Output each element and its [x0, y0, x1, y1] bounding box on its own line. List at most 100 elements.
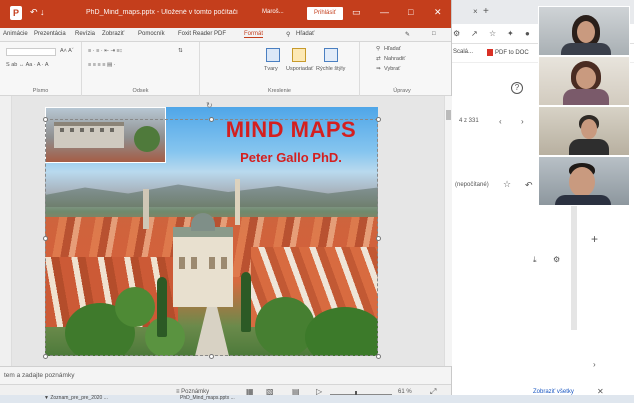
window	[191, 257, 197, 269]
participant-face	[576, 67, 596, 89]
inset-photo[interactable]	[45, 107, 166, 163]
participant-body	[555, 195, 611, 205]
pdf-icon	[487, 49, 493, 56]
participant-body	[569, 139, 609, 155]
church-tower	[143, 189, 149, 229]
status-text: (nepočítané)	[455, 182, 489, 188]
select-icon[interactable]: ⇛	[376, 66, 381, 72]
chevron-right-icon[interactable]: ›	[593, 360, 596, 369]
text-direction-icon[interactable]: ⇅	[178, 48, 183, 54]
taskbar-item[interactable]: ▼ Zoznam_pre_pre_2020 ...	[44, 395, 108, 401]
star-icon[interactable]: ☆	[489, 29, 496, 38]
share-icon[interactable]: ↗	[471, 29, 478, 38]
find-icon[interactable]: ⚲	[376, 46, 380, 52]
drawing-group-label: Kreslenie	[268, 88, 291, 94]
profile-icon[interactable]: ●	[525, 29, 530, 38]
select-label[interactable]: Vybrať	[384, 66, 400, 72]
window	[221, 257, 227, 269]
add-icon[interactable]: +	[591, 232, 598, 246]
font-size-icon[interactable]: A˄ Aˇ	[60, 48, 74, 54]
video-tile[interactable]	[538, 106, 630, 156]
inset-building	[54, 122, 124, 148]
font-group-label: Písmo	[32, 88, 49, 94]
resize-handle[interactable]	[43, 354, 48, 359]
maximize-icon[interactable]: □	[408, 7, 413, 17]
tab-review[interactable]: Revízia	[75, 31, 95, 37]
bookmark-item[interactable]: PDF to DOC	[487, 49, 529, 56]
list-icons[interactable]: ≡ · ≡ · ⇤ ⇥ ≡↕	[88, 48, 122, 54]
slide-thumbnail-pane[interactable]	[0, 96, 12, 366]
paragraph-group-label: Odsek	[132, 88, 149, 94]
help-icon[interactable]: ?	[511, 82, 523, 94]
slide-title[interactable]: MIND MAPS	[205, 117, 377, 143]
inset-tree	[134, 126, 160, 152]
shapes-label[interactable]: Tvary	[264, 66, 278, 72]
title-bar: P ↶ ↓ PhD_Mind_maps.pptx - Uložené v tom…	[0, 0, 451, 28]
font-format-icons[interactable]: S ab ↔ Aa · A · A	[6, 62, 49, 68]
scrollbar[interactable]	[571, 190, 577, 330]
settings-icon[interactable]: ⚙	[553, 255, 560, 264]
download-icon[interactable]: ⤓	[533, 255, 537, 265]
font-name-input[interactable]	[6, 48, 56, 56]
close-tab-icon[interactable]: ×	[473, 7, 478, 16]
tab-search[interactable]: Hľadať	[296, 31, 314, 37]
notes-placeholder: tem a zadajte poznámky	[4, 372, 75, 379]
resize-handle[interactable]	[376, 117, 381, 122]
scrollbar-thumb[interactable]	[446, 110, 451, 120]
window	[70, 128, 74, 132]
arrange-icon[interactable]	[292, 48, 306, 62]
search-icon[interactable]: ⚲	[286, 31, 290, 38]
bookmark-item[interactable]: Scalá...	[453, 49, 473, 55]
replace-icon[interactable]: ⇄	[376, 56, 381, 62]
rotate-handle-icon[interactable]: ↻	[206, 101, 213, 110]
quick-styles-icon[interactable]	[324, 48, 338, 62]
slide-subtitle[interactable]: Peter Gallo PhD.	[205, 150, 377, 165]
slide[interactable]: MIND MAPS Peter Gallo PhD.	[45, 107, 378, 356]
notes-pane[interactable]: tem a zadajte poznámky	[0, 366, 451, 384]
resize-handle[interactable]	[376, 236, 381, 241]
new-tab-button[interactable]: +	[483, 6, 489, 17]
close-icon[interactable]: ✕	[434, 7, 442, 18]
paragraph-group: ≡ · ≡ · ⇤ ⇥ ≡↕ ≡ ≡ ≡ ≡ ▤ · ⇅ Odsek	[82, 42, 200, 96]
signin-button[interactable]: Prihlásiť	[307, 7, 343, 20]
share-icon[interactable]: ✎	[405, 31, 410, 38]
resize-handle[interactable]	[209, 117, 214, 122]
tab-view[interactable]: Zobraziť	[102, 31, 124, 37]
tab-foxit[interactable]: Foxit Reader PDF	[178, 31, 226, 37]
reply-icon[interactable]: ↶	[525, 180, 533, 191]
user-name[interactable]: Maroš...	[262, 9, 284, 15]
participant-body	[561, 43, 611, 55]
prev-page-icon[interactable]: ‹	[499, 117, 502, 126]
taskbar-item[interactable]: PhD_Mind_maps.pptx ...	[180, 395, 235, 401]
tab-slideshow[interactable]: Prezentácia	[34, 31, 66, 37]
video-tile[interactable]	[538, 6, 630, 56]
tab-format[interactable]: Formát	[244, 31, 264, 38]
ribbon-display-icon[interactable]: ▭	[352, 7, 361, 18]
puzzle-icon[interactable]: ✦	[507, 29, 514, 38]
theatre-dome	[191, 213, 215, 231]
comments-icon[interactable]: □	[432, 31, 436, 37]
resize-handle[interactable]	[43, 117, 48, 122]
star-icon[interactable]: ☆	[503, 179, 511, 190]
video-tile[interactable]	[538, 156, 630, 206]
quick-styles-label[interactable]: Rýchle štýly	[316, 66, 345, 72]
next-page-icon[interactable]: ›	[521, 117, 524, 126]
minimize-icon[interactable]: —	[380, 7, 389, 17]
tab-animations[interactable]: Animácie	[3, 31, 28, 37]
shapes-icon[interactable]	[266, 48, 280, 62]
resize-handle[interactable]	[209, 354, 214, 359]
window	[110, 128, 114, 132]
video-tile[interactable]	[538, 56, 630, 106]
tab-help[interactable]: Pomocník	[138, 31, 165, 37]
quick-access-toolbar[interactable]: ↶ ↓	[30, 7, 45, 18]
vertical-scrollbar[interactable]	[444, 96, 452, 366]
participant-face	[577, 21, 595, 43]
resize-handle[interactable]	[376, 354, 381, 359]
align-icons[interactable]: ≡ ≡ ≡ ≡ ▤ ·	[88, 62, 116, 68]
arrange-label[interactable]: Usporiadať	[286, 66, 313, 72]
extension-icon[interactable]: ⚙	[453, 29, 460, 38]
replace-label[interactable]: Nahradiť	[384, 56, 405, 62]
participant-face	[569, 167, 595, 197]
find-label[interactable]: Hľadať	[384, 46, 401, 52]
resize-handle[interactable]	[43, 236, 48, 241]
